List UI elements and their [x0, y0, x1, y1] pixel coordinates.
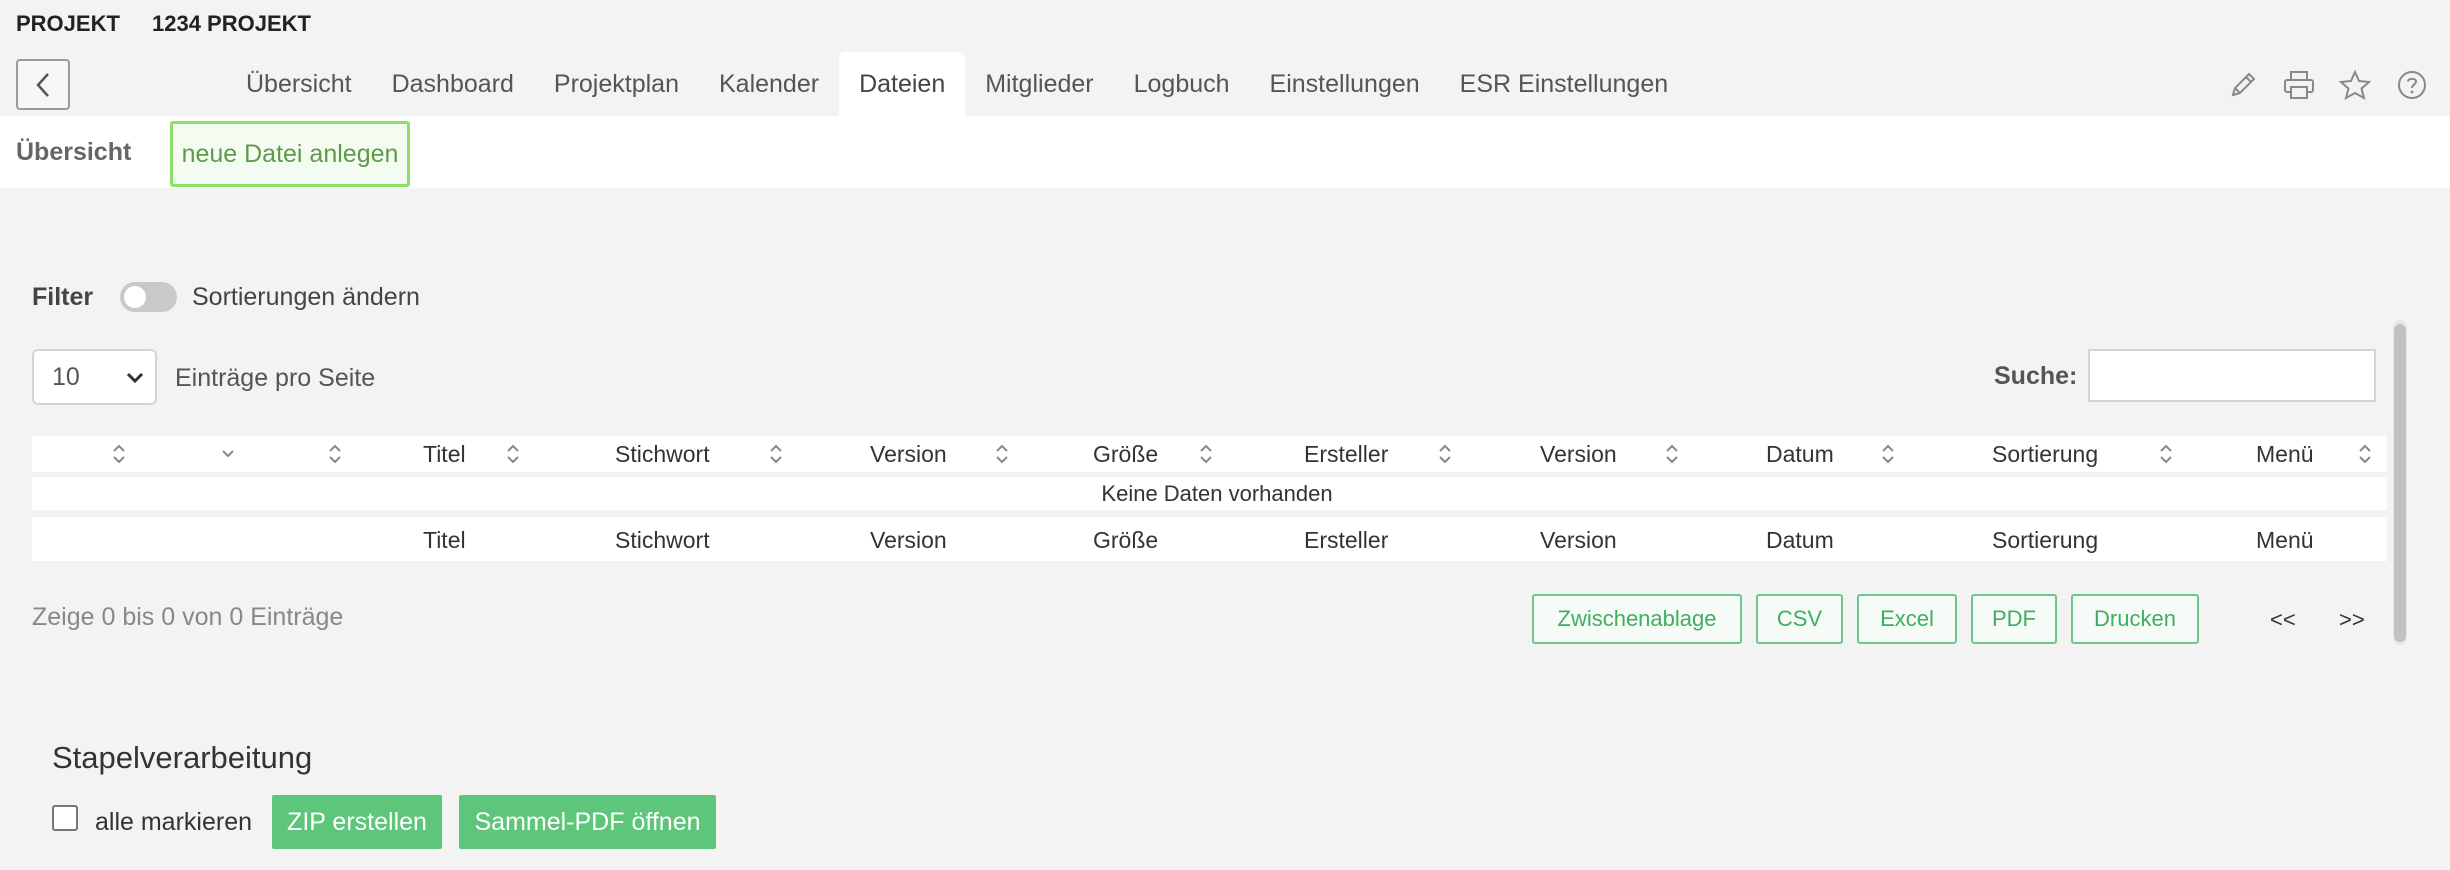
- star-icon[interactable]: [2335, 65, 2375, 105]
- tab-projektplan[interactable]: Projektplan: [534, 52, 699, 116]
- sort-icon[interactable]: [1198, 442, 1214, 466]
- page-length-select[interactable]: 10: [32, 349, 157, 405]
- column-header-titel[interactable]: Titel: [423, 441, 466, 468]
- help-icon[interactable]: [2392, 65, 2432, 105]
- column-header-groesse[interactable]: Größe: [1093, 441, 1158, 468]
- column-header-datum[interactable]: Datum: [1766, 441, 1834, 468]
- tab-uebersicht[interactable]: Übersicht: [226, 52, 372, 116]
- column-header-sortierung[interactable]: Sortierung: [1992, 441, 2098, 468]
- footer-groesse: Größe: [1093, 527, 1159, 553]
- empty-message: Keine Daten vorhanden: [1101, 481, 1333, 506]
- pagination-next[interactable]: >>: [2339, 607, 2365, 633]
- toggle-knob: [124, 286, 146, 308]
- tab-mitglieder[interactable]: Mitglieder: [965, 52, 1113, 116]
- excel-button[interactable]: Excel: [1857, 594, 1957, 644]
- tab-dateien[interactable]: Dateien: [839, 52, 966, 116]
- project-label: PROJEKT: [16, 11, 120, 36]
- column-header-version[interactable]: Version: [870, 441, 947, 468]
- sort-icon[interactable]: [327, 442, 343, 466]
- chevron-down-icon: [126, 372, 144, 384]
- tab-logbuch[interactable]: Logbuch: [1114, 52, 1250, 116]
- tab-esr-einstellungen[interactable]: ESR Einstellungen: [1440, 52, 1688, 116]
- printer-icon[interactable]: [2279, 65, 2319, 105]
- back-button[interactable]: [16, 59, 70, 110]
- select-all-checkbox[interactable]: [52, 805, 78, 831]
- tab-dashboard[interactable]: Dashboard: [372, 52, 534, 116]
- clipboard-button[interactable]: Zwischenablage: [1532, 594, 1742, 644]
- column-header-ersteller[interactable]: Ersteller: [1304, 441, 1388, 468]
- sort-icon[interactable]: [994, 442, 1010, 466]
- column-header-version-2[interactable]: Version: [1540, 441, 1617, 468]
- pencil-icon[interactable]: [2223, 65, 2263, 105]
- print-button[interactable]: Drucken: [2071, 594, 2199, 644]
- search-input[interactable]: [2088, 349, 2376, 402]
- sort-icon[interactable]: [505, 442, 521, 466]
- footer-stichwort: Stichwort: [615, 527, 710, 553]
- footer-datum: Datum: [1766, 527, 1834, 553]
- select-all-label[interactable]: alle markieren: [95, 808, 252, 837]
- sort-icon[interactable]: [111, 442, 127, 466]
- batch-title: Stapelverarbeitung: [52, 740, 313, 775]
- table-header: Titel Stichwort Version Größe Ersteller …: [32, 436, 2387, 472]
- footer-version: Version: [870, 527, 947, 553]
- search-label: Suche:: [1994, 362, 2078, 390]
- pagination-prev[interactable]: <<: [2270, 607, 2296, 633]
- table-info: Zeige 0 bis 0 von 0 Einträge: [32, 603, 344, 631]
- tab-einstellungen[interactable]: Einstellungen: [1250, 52, 1440, 116]
- sort-icon[interactable]: [1880, 442, 1896, 466]
- sort-icon[interactable]: [1664, 442, 1680, 466]
- sort-icon[interactable]: [768, 442, 784, 466]
- footer-sortierung: Sortierung: [1992, 527, 2099, 553]
- sort-icon[interactable]: [1437, 442, 1453, 466]
- footer-titel: Titel: [423, 527, 466, 553]
- tab-kalender[interactable]: Kalender: [699, 52, 839, 116]
- filter-label: Filter: [32, 283, 94, 311]
- table-empty-row: Keine Daten vorhanden: [32, 477, 2387, 510]
- collective-pdf-button[interactable]: Sammel-PDF öffnen: [459, 795, 716, 849]
- page-length-value: 10: [52, 362, 80, 391]
- pdf-button[interactable]: PDF: [1971, 594, 2057, 644]
- subnav-title[interactable]: Übersicht: [16, 138, 131, 167]
- scrollbar-thumb[interactable]: [2394, 324, 2406, 642]
- chevron-left-icon: [36, 72, 49, 97]
- footer-ersteller: Ersteller: [1304, 527, 1389, 553]
- sort-icon[interactable]: [2357, 442, 2373, 466]
- footer-version-2: Version: [1540, 527, 1617, 553]
- sort-icon[interactable]: [2158, 442, 2174, 466]
- scrollbar[interactable]: [2393, 320, 2407, 645]
- column-header-stichwort[interactable]: Stichwort: [615, 441, 710, 468]
- sort-toggle-label: Sortierungen ändern: [192, 283, 420, 311]
- chevron-down-icon[interactable]: [220, 446, 236, 462]
- page-length-label: Einträge pro Seite: [175, 364, 376, 392]
- new-file-button[interactable]: neue Datei anlegen: [170, 121, 410, 187]
- table-footer: Titel Stichwort Version Größe Ersteller …: [32, 517, 2387, 561]
- column-header-menue[interactable]: Menü: [2256, 441, 2314, 468]
- project-name: 1234 PROJEKT: [152, 11, 311, 36]
- footer-menue: Menü: [2256, 527, 2314, 553]
- zip-button[interactable]: ZIP erstellen: [272, 795, 442, 849]
- csv-button[interactable]: CSV: [1756, 594, 1843, 644]
- tab-bar: Übersicht Dashboard Projektplan Kalender…: [226, 52, 1688, 116]
- sort-toggle[interactable]: [120, 282, 177, 312]
